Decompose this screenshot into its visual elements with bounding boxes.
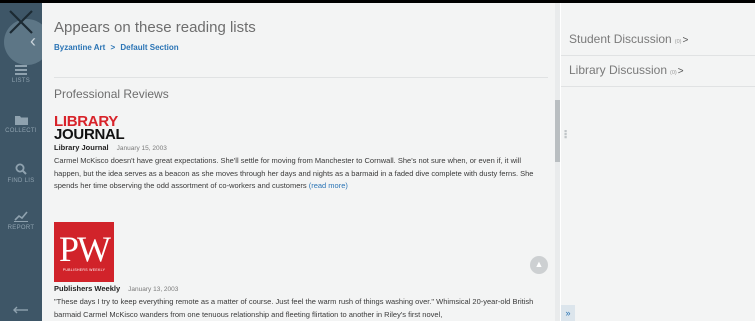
left-sidebar: ‹ LISTS COLLECTI FIND LIS REPORT <box>0 3 42 321</box>
reading-lists-heading: Appears on these reading lists <box>54 19 256 36</box>
publishers-weekly-logo: PW PUBLISHERS WEEKLY <box>54 222 114 282</box>
sidebar-item-label: FIND LIS <box>7 178 35 184</box>
professional-reviews-heading: Professional Reviews <box>54 87 169 101</box>
sidebar-item-reports[interactable]: REPORT <box>0 211 42 231</box>
library-discussion-item[interactable]: Library Discussion (0)> <box>561 56 755 87</box>
review-source: Publishers Weekly January 13, 2003 <box>54 284 179 293</box>
reading-list-breadcrumb: Byzantine Art > Default Section <box>54 43 179 52</box>
chevron-up-icon: ▲ <box>534 259 544 269</box>
section-link[interactable]: Default Section <box>120 43 178 52</box>
discussion-count: (0) <box>674 39 682 45</box>
review-source: Library Journal January 15, 2003 <box>54 143 167 152</box>
review-date: January 15, 2003 <box>116 145 167 152</box>
list-icon <box>15 65 27 75</box>
arrow-left-icon[interactable] <box>12 306 28 314</box>
sidebar-item-label: REPORT <box>7 225 35 231</box>
expand-panel-button[interactable]: » <box>561 305 575 321</box>
discussion-count: (0) <box>670 70 677 76</box>
review-text: Carmel McKisco doesn't have great expect… <box>54 156 534 190</box>
section-divider <box>54 77 548 78</box>
student-discussion-item[interactable]: Student Discussion (0)> <box>561 25 755 56</box>
item-detail-panel: Appears on these reading lists Byzantine… <box>42 3 555 321</box>
close-icon[interactable] <box>6 7 36 37</box>
discussion-label: Library Discussion <box>569 63 668 77</box>
chevron-right-icon: > <box>682 35 689 46</box>
reading-list-link[interactable]: Byzantine Art <box>54 43 105 52</box>
search-icon <box>15 163 27 175</box>
review-date: January 13, 2003 <box>128 286 179 293</box>
discussion-panel: Student Discussion (0)> Library Discussio… <box>561 3 755 321</box>
chart-icon <box>14 211 28 222</box>
sidebar-item-find-lists[interactable]: FIND LIS <box>0 163 42 184</box>
chevron-right-icon: > <box>677 66 684 77</box>
sidebar-item-collections[interactable]: COLLECTI <box>0 115 42 134</box>
sidebar-item-lists[interactable]: LISTS <box>0 65 42 84</box>
sidebar-item-label: COLLECTI <box>5 128 37 134</box>
library-journal-logo: LIBRARY JOURNAL <box>54 113 125 144</box>
drag-handle-icon[interactable]: ▪ ▪ ▪ <box>564 127 567 142</box>
read-more-link[interactable]: (read more) <box>309 181 348 190</box>
scrollbar-track[interactable] <box>555 3 560 321</box>
breadcrumb-separator: > <box>110 43 116 52</box>
scrollbar-thumb[interactable] <box>555 100 560 162</box>
sidebar-item-label: LISTS <box>11 78 31 84</box>
discussion-label: Student Discussion <box>569 32 672 46</box>
folder-icon <box>14 116 28 125</box>
scroll-to-top-button[interactable]: ▲ <box>530 256 548 274</box>
review-text: "These days I try to keep everything rem… <box>54 297 534 319</box>
